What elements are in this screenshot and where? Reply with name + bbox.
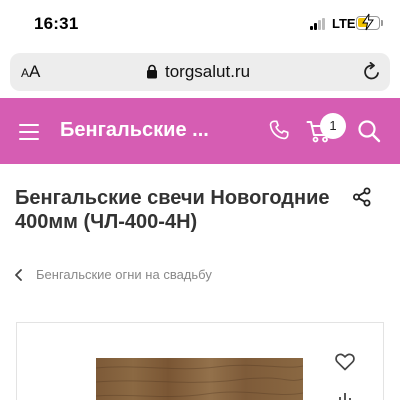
- signal-icon: [310, 18, 328, 30]
- status-time: 16:31: [34, 14, 79, 33]
- phone-icon[interactable]: [268, 119, 290, 141]
- address-bar[interactable]: AA torgsalut.ru: [10, 53, 390, 91]
- site-title[interactable]: Бенгальские ...: [60, 119, 209, 142]
- search-icon[interactable]: [357, 119, 381, 143]
- compare-icon[interactable]: [336, 392, 354, 400]
- text-size-button[interactable]: AA: [21, 62, 40, 82]
- menu-icon[interactable]: [19, 122, 41, 140]
- network-type: LTE: [332, 16, 356, 31]
- cart-count-badge[interactable]: 1: [320, 113, 346, 139]
- status-bar: 16:31 LTE: [0, 0, 400, 48]
- share-icon[interactable]: [352, 187, 372, 207]
- breadcrumb-link[interactable]: Бенгальские огни на свадьбу: [36, 267, 212, 282]
- url-text[interactable]: torgsalut.ru: [165, 62, 250, 82]
- battery-cap: [381, 20, 383, 26]
- reload-icon[interactable]: [362, 62, 382, 82]
- lock-icon: [147, 64, 157, 79]
- chevron-left-icon[interactable]: [14, 269, 23, 281]
- favorite-heart-icon[interactable]: [335, 353, 355, 371]
- browser-address-area: AA torgsalut.ru: [0, 48, 400, 98]
- wood-texture: [96, 364, 303, 397]
- charging-bolt-icon: [362, 13, 374, 31]
- product-title: Бенгальские свечи Новогодние 400мм (ЧЛ-4…: [15, 187, 330, 233]
